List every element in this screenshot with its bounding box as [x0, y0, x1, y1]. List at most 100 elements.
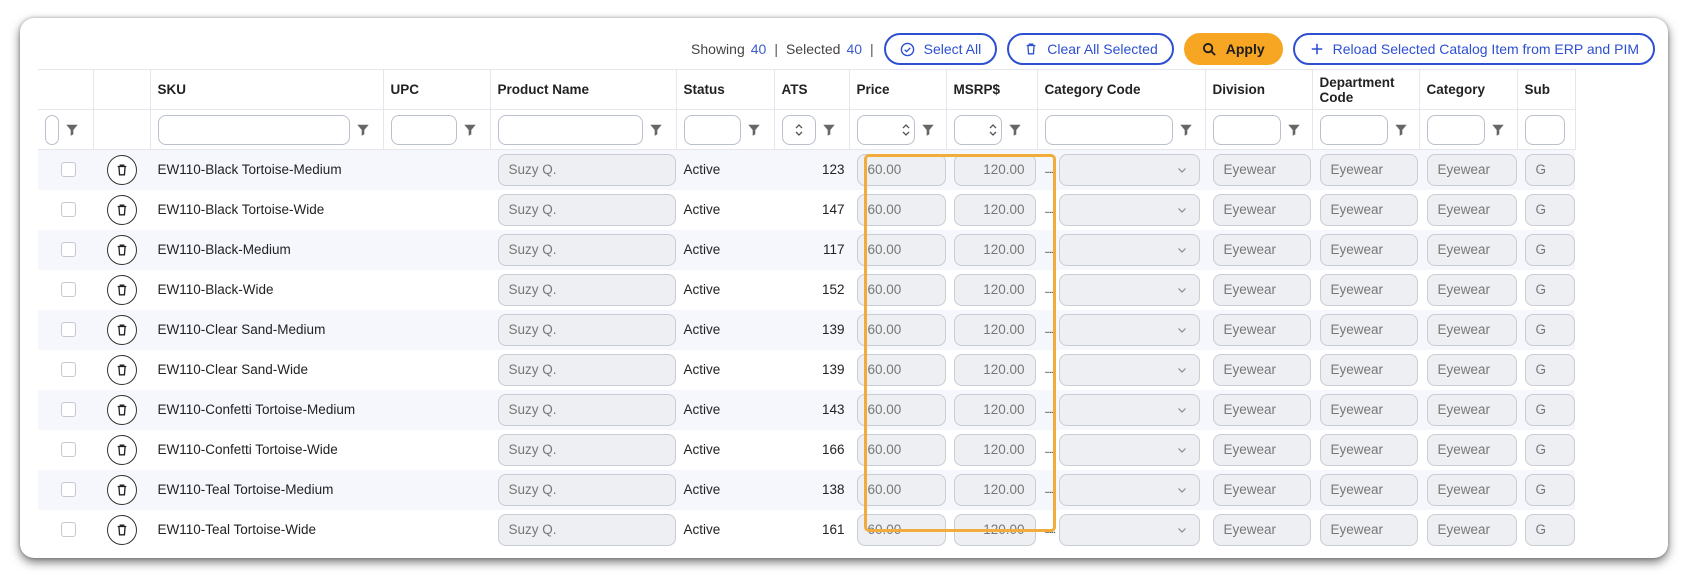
category-input[interactable]: Eyewear: [1426, 513, 1517, 546]
product-name-filter-input[interactable]: [497, 114, 643, 145]
header-subcategory[interactable]: Sub: [1517, 69, 1576, 110]
filter-icon[interactable]: [1491, 123, 1505, 137]
department-code-input[interactable]: Eyewear: [1319, 233, 1418, 266]
price-input[interactable]: 60.00: [856, 513, 946, 546]
delete-row-button[interactable]: [106, 354, 137, 385]
subcategory-input[interactable]: G: [1524, 233, 1575, 266]
row-checkbox[interactable]: [61, 362, 76, 377]
product-name-input[interactable]: Suzy Q.: [497, 233, 676, 266]
category-code-select[interactable]: [1058, 473, 1200, 506]
price-filter-stepper[interactable]: [856, 114, 915, 145]
filter-icon[interactable]: [921, 123, 935, 137]
subcategory-input[interactable]: G: [1524, 513, 1575, 546]
msrp-input[interactable]: 120.00: [953, 353, 1036, 386]
delete-row-button[interactable]: [106, 274, 137, 305]
header-product-name[interactable]: Product Name: [490, 69, 677, 110]
msrp-input[interactable]: 120.00: [953, 233, 1036, 266]
category-code-select[interactable]: [1058, 513, 1200, 546]
table-row[interactable]: EW110-Confetti Tortoise-Medium Suzy Q. A…: [38, 389, 1575, 430]
header-price[interactable]: Price: [849, 69, 947, 110]
category-input[interactable]: Eyewear: [1426, 433, 1517, 466]
division-input[interactable]: Eyewear: [1212, 153, 1311, 186]
price-input[interactable]: 60.00: [856, 273, 946, 306]
product-name-input[interactable]: Suzy Q.: [497, 313, 676, 346]
category-code-select[interactable]: [1058, 273, 1200, 306]
msrp-input[interactable]: 120.00: [953, 273, 1036, 306]
msrp-input[interactable]: 120.00: [953, 393, 1036, 426]
product-name-input[interactable]: Suzy Q.: [497, 473, 676, 506]
table-row[interactable]: EW110-Teal Tortoise-Medium Suzy Q. Activ…: [38, 469, 1575, 510]
delete-row-button[interactable]: [106, 394, 137, 425]
filter-icon[interactable]: [1008, 123, 1022, 137]
division-input[interactable]: Eyewear: [1212, 513, 1311, 546]
product-name-input[interactable]: Suzy Q.: [497, 513, 676, 546]
category-code-select[interactable]: [1058, 233, 1200, 266]
msrp-input[interactable]: 120.00: [953, 193, 1036, 226]
header-department-code[interactable]: Department Code: [1312, 69, 1420, 110]
upc-filter-input[interactable]: [390, 114, 457, 145]
header-category-code[interactable]: Category Code: [1037, 69, 1206, 110]
subcategory-input[interactable]: G: [1524, 393, 1575, 426]
department-code-input[interactable]: Eyewear: [1319, 473, 1418, 506]
filter-icon[interactable]: [356, 123, 370, 137]
product-name-input[interactable]: Suzy Q.: [497, 273, 676, 306]
row-checkbox[interactable]: [61, 282, 76, 297]
row-checkbox[interactable]: [61, 162, 76, 178]
division-input[interactable]: Eyewear: [1212, 193, 1311, 226]
division-input[interactable]: Eyewear: [1212, 273, 1311, 306]
table-row[interactable]: EW110-Clear Sand-Wide Suzy Q. Active 139…: [38, 349, 1575, 390]
delete-row-button[interactable]: [106, 434, 137, 465]
table-row[interactable]: EW110-Black-Wide Suzy Q. Active 152 60.0…: [38, 269, 1575, 310]
row-checkbox[interactable]: [61, 482, 76, 497]
row-checkbox[interactable]: [61, 322, 76, 337]
msrp-filter-stepper[interactable]: [953, 114, 1002, 145]
subcategory-input[interactable]: G: [1524, 153, 1575, 186]
subcategory-input[interactable]: G: [1524, 353, 1575, 386]
delete-row-button[interactable]: [106, 514, 137, 545]
msrp-input[interactable]: 120.00: [953, 153, 1036, 186]
department-code-input[interactable]: Eyewear: [1319, 273, 1418, 306]
filter-icon[interactable]: [1287, 123, 1301, 137]
category-code-select[interactable]: [1058, 313, 1200, 346]
table-row[interactable]: EW110-Black Tortoise-Wide Suzy Q. Active…: [38, 189, 1575, 230]
category-input[interactable]: Eyewear: [1426, 473, 1517, 506]
department-code-input[interactable]: Eyewear: [1319, 353, 1418, 386]
department-code-input[interactable]: Eyewear: [1319, 393, 1418, 426]
filter-icon[interactable]: [747, 123, 761, 137]
price-input[interactable]: 60.00: [856, 313, 946, 346]
delete-row-button[interactable]: [106, 154, 137, 185]
category-input[interactable]: Eyewear: [1426, 233, 1517, 266]
clear-all-selected-button[interactable]: Clear All Selected: [1007, 33, 1174, 65]
category-code-select[interactable]: [1058, 393, 1200, 426]
division-input[interactable]: Eyewear: [1212, 433, 1311, 466]
row-checkbox[interactable]: [61, 442, 76, 457]
division-input[interactable]: Eyewear: [1212, 393, 1311, 426]
price-input[interactable]: 60.00: [856, 393, 946, 426]
sku-filter-input[interactable]: [157, 114, 350, 145]
filter-icon[interactable]: [463, 123, 477, 137]
filter-icon[interactable]: [822, 123, 836, 137]
filter-icon[interactable]: [65, 123, 79, 137]
department-code-input[interactable]: Eyewear: [1319, 313, 1418, 346]
table-row[interactable]: EW110-Clear Sand-Medium Suzy Q. Active 1…: [38, 309, 1575, 350]
header-division[interactable]: Division: [1205, 69, 1313, 110]
category-code-select[interactable]: [1058, 353, 1200, 386]
category-input[interactable]: Eyewear: [1426, 193, 1517, 226]
division-input[interactable]: Eyewear: [1212, 313, 1311, 346]
division-input[interactable]: Eyewear: [1212, 473, 1311, 506]
row-checkbox[interactable]: [61, 202, 76, 217]
division-filter-input[interactable]: [1212, 114, 1281, 145]
reload-catalog-button[interactable]: Reload Selected Catalog Item from ERP an…: [1292, 33, 1655, 65]
msrp-input[interactable]: 120.00: [953, 513, 1036, 546]
product-name-input[interactable]: Suzy Q.: [497, 353, 676, 386]
select-all-button[interactable]: Select All: [883, 33, 998, 65]
status-filter-input[interactable]: [683, 114, 741, 145]
price-input[interactable]: 60.00: [856, 193, 946, 226]
row-checkbox[interactable]: [61, 522, 76, 537]
category-filter-input[interactable]: [1426, 114, 1485, 145]
row-checkbox[interactable]: [61, 242, 76, 257]
product-name-input[interactable]: Suzy Q.: [497, 153, 676, 186]
subcategory-input[interactable]: G: [1524, 273, 1575, 306]
category-code-select[interactable]: [1058, 153, 1200, 186]
delete-row-button[interactable]: [106, 194, 137, 225]
